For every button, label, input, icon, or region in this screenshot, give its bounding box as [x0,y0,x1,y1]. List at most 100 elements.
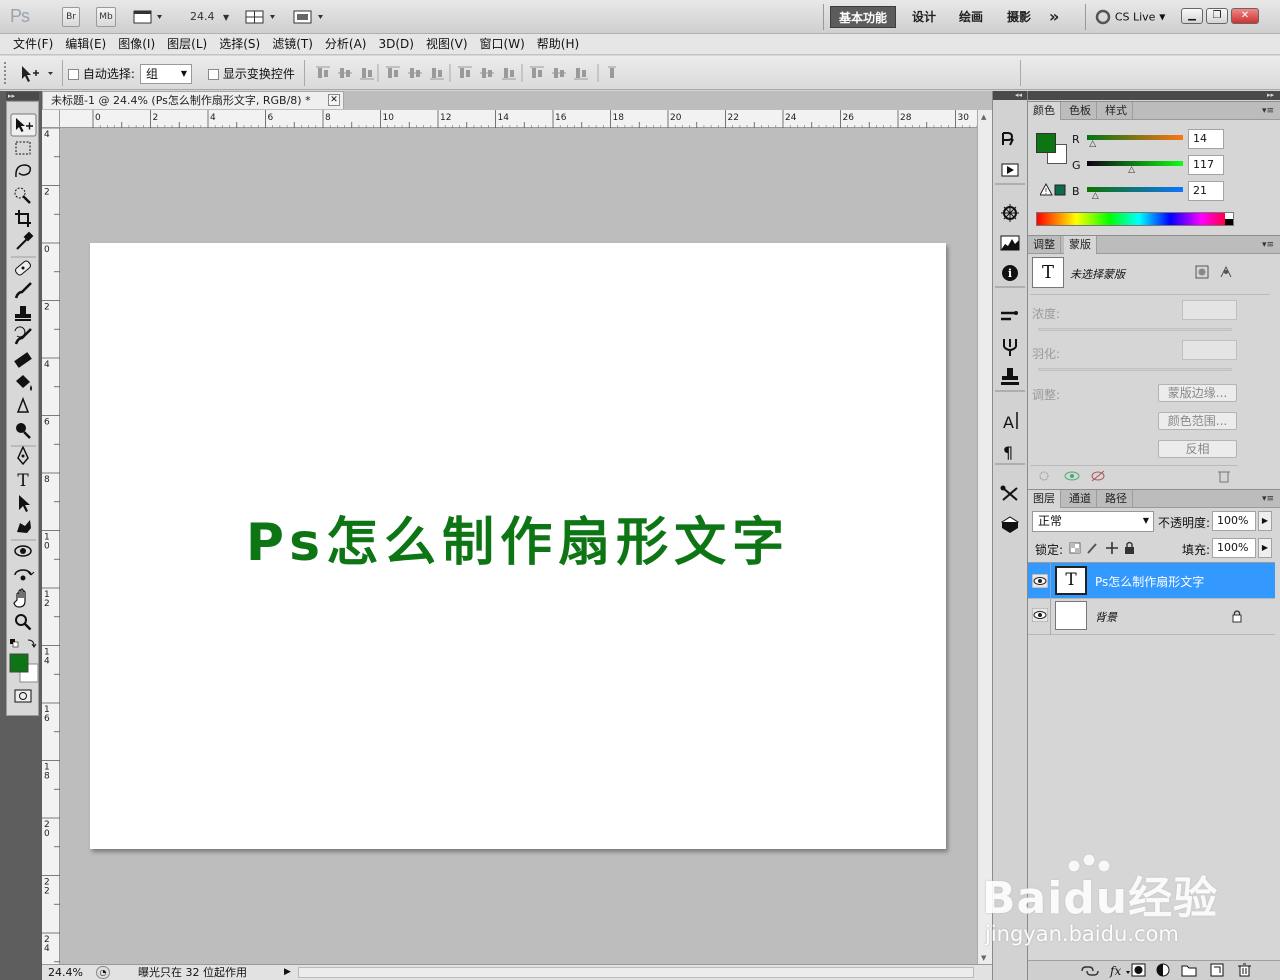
add-pixel-mask-icon[interactable] [1195,265,1209,279]
tool-spot-healing-brush-icon[interactable] [14,260,31,276]
align-bottom-icon[interactable] [360,68,374,80]
align-hcenter-icon[interactable] [408,68,422,78]
horizontal-ruler[interactable]: 0 2 4 6 8 10 12 14 16 18 20 22 24 26 28 30 [60,110,977,128]
toolbox-collapse-handle[interactable]: ▸▸ [6,92,39,100]
channel-slider-b[interactable] [1087,187,1183,192]
character-panel-icon[interactable]: A [1003,412,1018,432]
swap-colors-icon[interactable] [27,639,37,648]
layer-style-fx-icon[interactable]: fx [1109,964,1130,978]
actions-panel-icon[interactable] [1001,163,1019,177]
scroll-up-arrow[interactable]: ▲ [981,113,986,121]
color-range-button[interactable]: 颜色范围... [1158,412,1237,430]
tool-crop-icon[interactable] [15,210,31,227]
auto-select-option[interactable]: 自动选择: [68,65,135,82]
horizontal-scrollbar[interactable] [298,967,974,978]
auto-select-target-dropdown[interactable]: 组 ▼ [140,64,192,84]
channel-slider-r[interactable] [1087,135,1183,140]
tool-type-icon[interactable]: T [17,471,29,491]
tool-hand-icon[interactable] [13,588,26,608]
channel-slider-g[interactable] [1087,161,1183,166]
status-menu-arrow[interactable]: ▶ [284,965,291,980]
histogram-panel-icon[interactable] [1000,235,1020,251]
cs-live-button[interactable]: CS Live ▼ [1095,9,1165,25]
distribute-top-icon[interactable] [458,66,472,78]
tool-rectangular-marquee-icon[interactable] [15,141,31,155]
channel-slider-thumb[interactable]: △ [1089,140,1096,149]
tool-3d-orbit-icon[interactable] [14,569,35,581]
tool-eyedropper-icon[interactable] [16,231,34,250]
bridge-button[interactable]: Br [62,7,80,27]
menu-item-0[interactable]: 文件(F) [7,34,59,55]
tab-color[interactable]: 颜色 [1028,102,1061,120]
auto-select-checkbox[interactable] [68,69,79,80]
vertical-ruler[interactable]: 42024681012141618202224 [42,128,60,965]
tool-eraser-icon[interactable] [14,352,32,368]
workspace-photography[interactable]: 摄影 [999,6,1039,28]
tool-preset-picker[interactable] [18,62,58,84]
show-transform-checkbox[interactable] [208,69,219,80]
vertical-scrollbar[interactable]: ▲ ▼ [977,110,992,965]
channel-slider-thumb[interactable]: △ [1092,192,1099,201]
menu-item-1[interactable]: 编辑(E) [59,34,112,55]
layer-name-background[interactable]: 背景 [1095,609,1117,625]
more-workspaces-button[interactable]: » [1041,6,1067,28]
feather-input[interactable] [1182,340,1237,360]
tool-dodge-icon[interactable] [16,423,31,439]
distribute-hcenter-icon[interactable] [552,68,566,78]
tool-zoom-icon[interactable] [15,614,32,631]
menu-item-8[interactable]: 视图(V) [420,34,474,55]
out-of-gamut-warning-icon[interactable]: ! [1040,183,1066,197]
document-canvas[interactable]: Ps怎么制作扇形文字 [90,243,946,849]
tool-brush-icon[interactable] [14,282,32,299]
auto-align-icon[interactable] [608,66,616,78]
opacity-input[interactable]: 100% [1212,511,1256,531]
arrange-documents-icon[interactable] [245,9,279,25]
tab-masks[interactable]: 蒙版 [1064,236,1097,254]
tab-channels[interactable]: 通道 [1064,490,1097,508]
dock-collapse-handle[interactable]: ◂◂ [993,91,1027,100]
channel-value-r[interactable]: 14 [1188,129,1224,149]
add-layer-mask-icon[interactable] [1131,963,1146,977]
layers-panel-menu-icon[interactable]: ▾≡ [1262,494,1274,504]
tool-blur-icon[interactable] [16,396,30,413]
tab-styles[interactable]: 样式 [1100,102,1133,120]
tool-paint-bucket-icon[interactable] [16,375,32,391]
tool-move-icon[interactable] [10,113,37,137]
menu-item-7[interactable]: 3D(D) [372,34,419,55]
paragraph-panel-icon[interactable]: ¶ [1003,443,1013,462]
density-input[interactable] [1182,300,1237,320]
layer-row-background[interactable]: 背景 [1028,599,1275,635]
distribute-left-icon[interactable] [530,66,544,78]
3d-panel-icon[interactable] [1000,485,1018,501]
minimize-button[interactable]: ▁ [1181,8,1203,24]
screen-mode-icon[interactable] [293,9,327,25]
align-top-icon[interactable] [316,66,330,78]
panel-dock-handle[interactable]: ▸▸ [1028,91,1280,100]
blend-mode-dropdown[interactable]: 正常 ▼ [1032,511,1154,532]
workspace-essentials[interactable]: 基本功能 [830,6,897,28]
link-layers-icon[interactable] [1081,966,1099,976]
menu-item-2[interactable]: 图像(I) [112,34,161,55]
view-extras-icon[interactable] [133,9,165,25]
tool-pen-icon[interactable] [17,445,29,466]
tool-path-selection-icon[interactable] [19,495,30,512]
history-panel-icon[interactable] [1002,132,1014,146]
adjustment-layer-icon[interactable] [1156,963,1170,977]
channel-value-b[interactable]: 21 [1188,181,1224,201]
color-panel-menu-icon[interactable]: ▾≡ [1262,106,1274,116]
brushes-panel-icon[interactable] [1001,311,1018,321]
fill-slider-arrow[interactable]: ▶ [1258,538,1272,558]
navigator-panel-icon[interactable] [1001,204,1019,222]
align-left-icon[interactable] [386,66,400,78]
tool-clone-stamp-icon[interactable] [15,306,31,321]
channel-value-g[interactable]: 117 [1188,155,1224,175]
masks-panel-menu-icon[interactable]: ▾≡ [1262,240,1274,250]
mini-bridge-button[interactable]: Mb [96,7,116,27]
tab-layers[interactable]: 图层 [1028,490,1061,508]
align-vcenter-icon[interactable] [338,68,352,78]
status-info-icon[interactable]: ◔ [96,966,110,979]
canvas-text-layer[interactable]: Ps怎么制作扇形文字 [90,500,946,575]
scroll-down-arrow[interactable]: ▼ [981,954,986,962]
close-window-button[interactable]: ✕ [1231,8,1259,24]
feather-slider[interactable] [1038,368,1232,371]
